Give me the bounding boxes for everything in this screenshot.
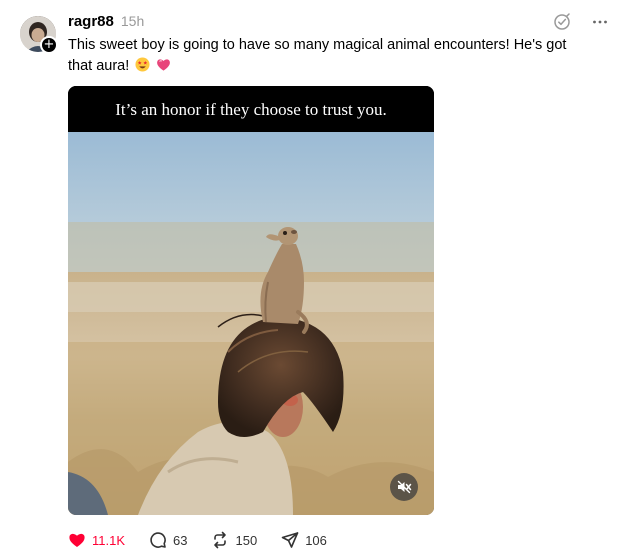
post-actions: 11.1K 63 150 106 [68,530,351,550]
verify-check-icon [554,13,570,30]
pink-heart-emoji [157,59,171,71]
translate-button[interactable] [552,12,572,32]
like-count: 11.1K [92,532,126,548]
comment-count: 63 [173,532,188,548]
repost-icon [214,531,227,549]
post-text: This sweet boy is going to have so many … [68,35,588,77]
mute-button[interactable] [390,473,418,501]
more-horizontal-icon [593,20,607,24]
heart-filled-icon [69,533,85,547]
video-caption: It’s an honor if they choose to trust yo… [68,86,434,132]
comment-button[interactable]: 63 [149,531,187,549]
speaker-muted-icon [397,480,412,494]
share-count: 106 [305,532,327,548]
follow-button[interactable]: + [40,36,58,54]
repost-count: 150 [235,532,258,548]
username[interactable]: ragr88 [68,13,114,30]
timestamp[interactable]: 15h [121,13,144,29]
thread-post: + ragr88 15h This sweet boy is going to … [0,0,632,560]
star-struck-face-emoji [135,57,150,72]
share-button[interactable]: 106 [281,531,327,549]
send-icon [281,532,299,548]
more-options-button[interactable] [590,12,610,32]
video-player[interactable]: It’s an honor if they choose to trust yo… [68,86,434,515]
post-header: ragr88 15h [68,13,144,33]
video-frame [68,132,434,515]
repost-button[interactable]: 150 [211,531,257,549]
like-button[interactable]: 11.1K [68,531,125,549]
post-top-actions [552,12,610,32]
comment-icon [150,532,166,548]
